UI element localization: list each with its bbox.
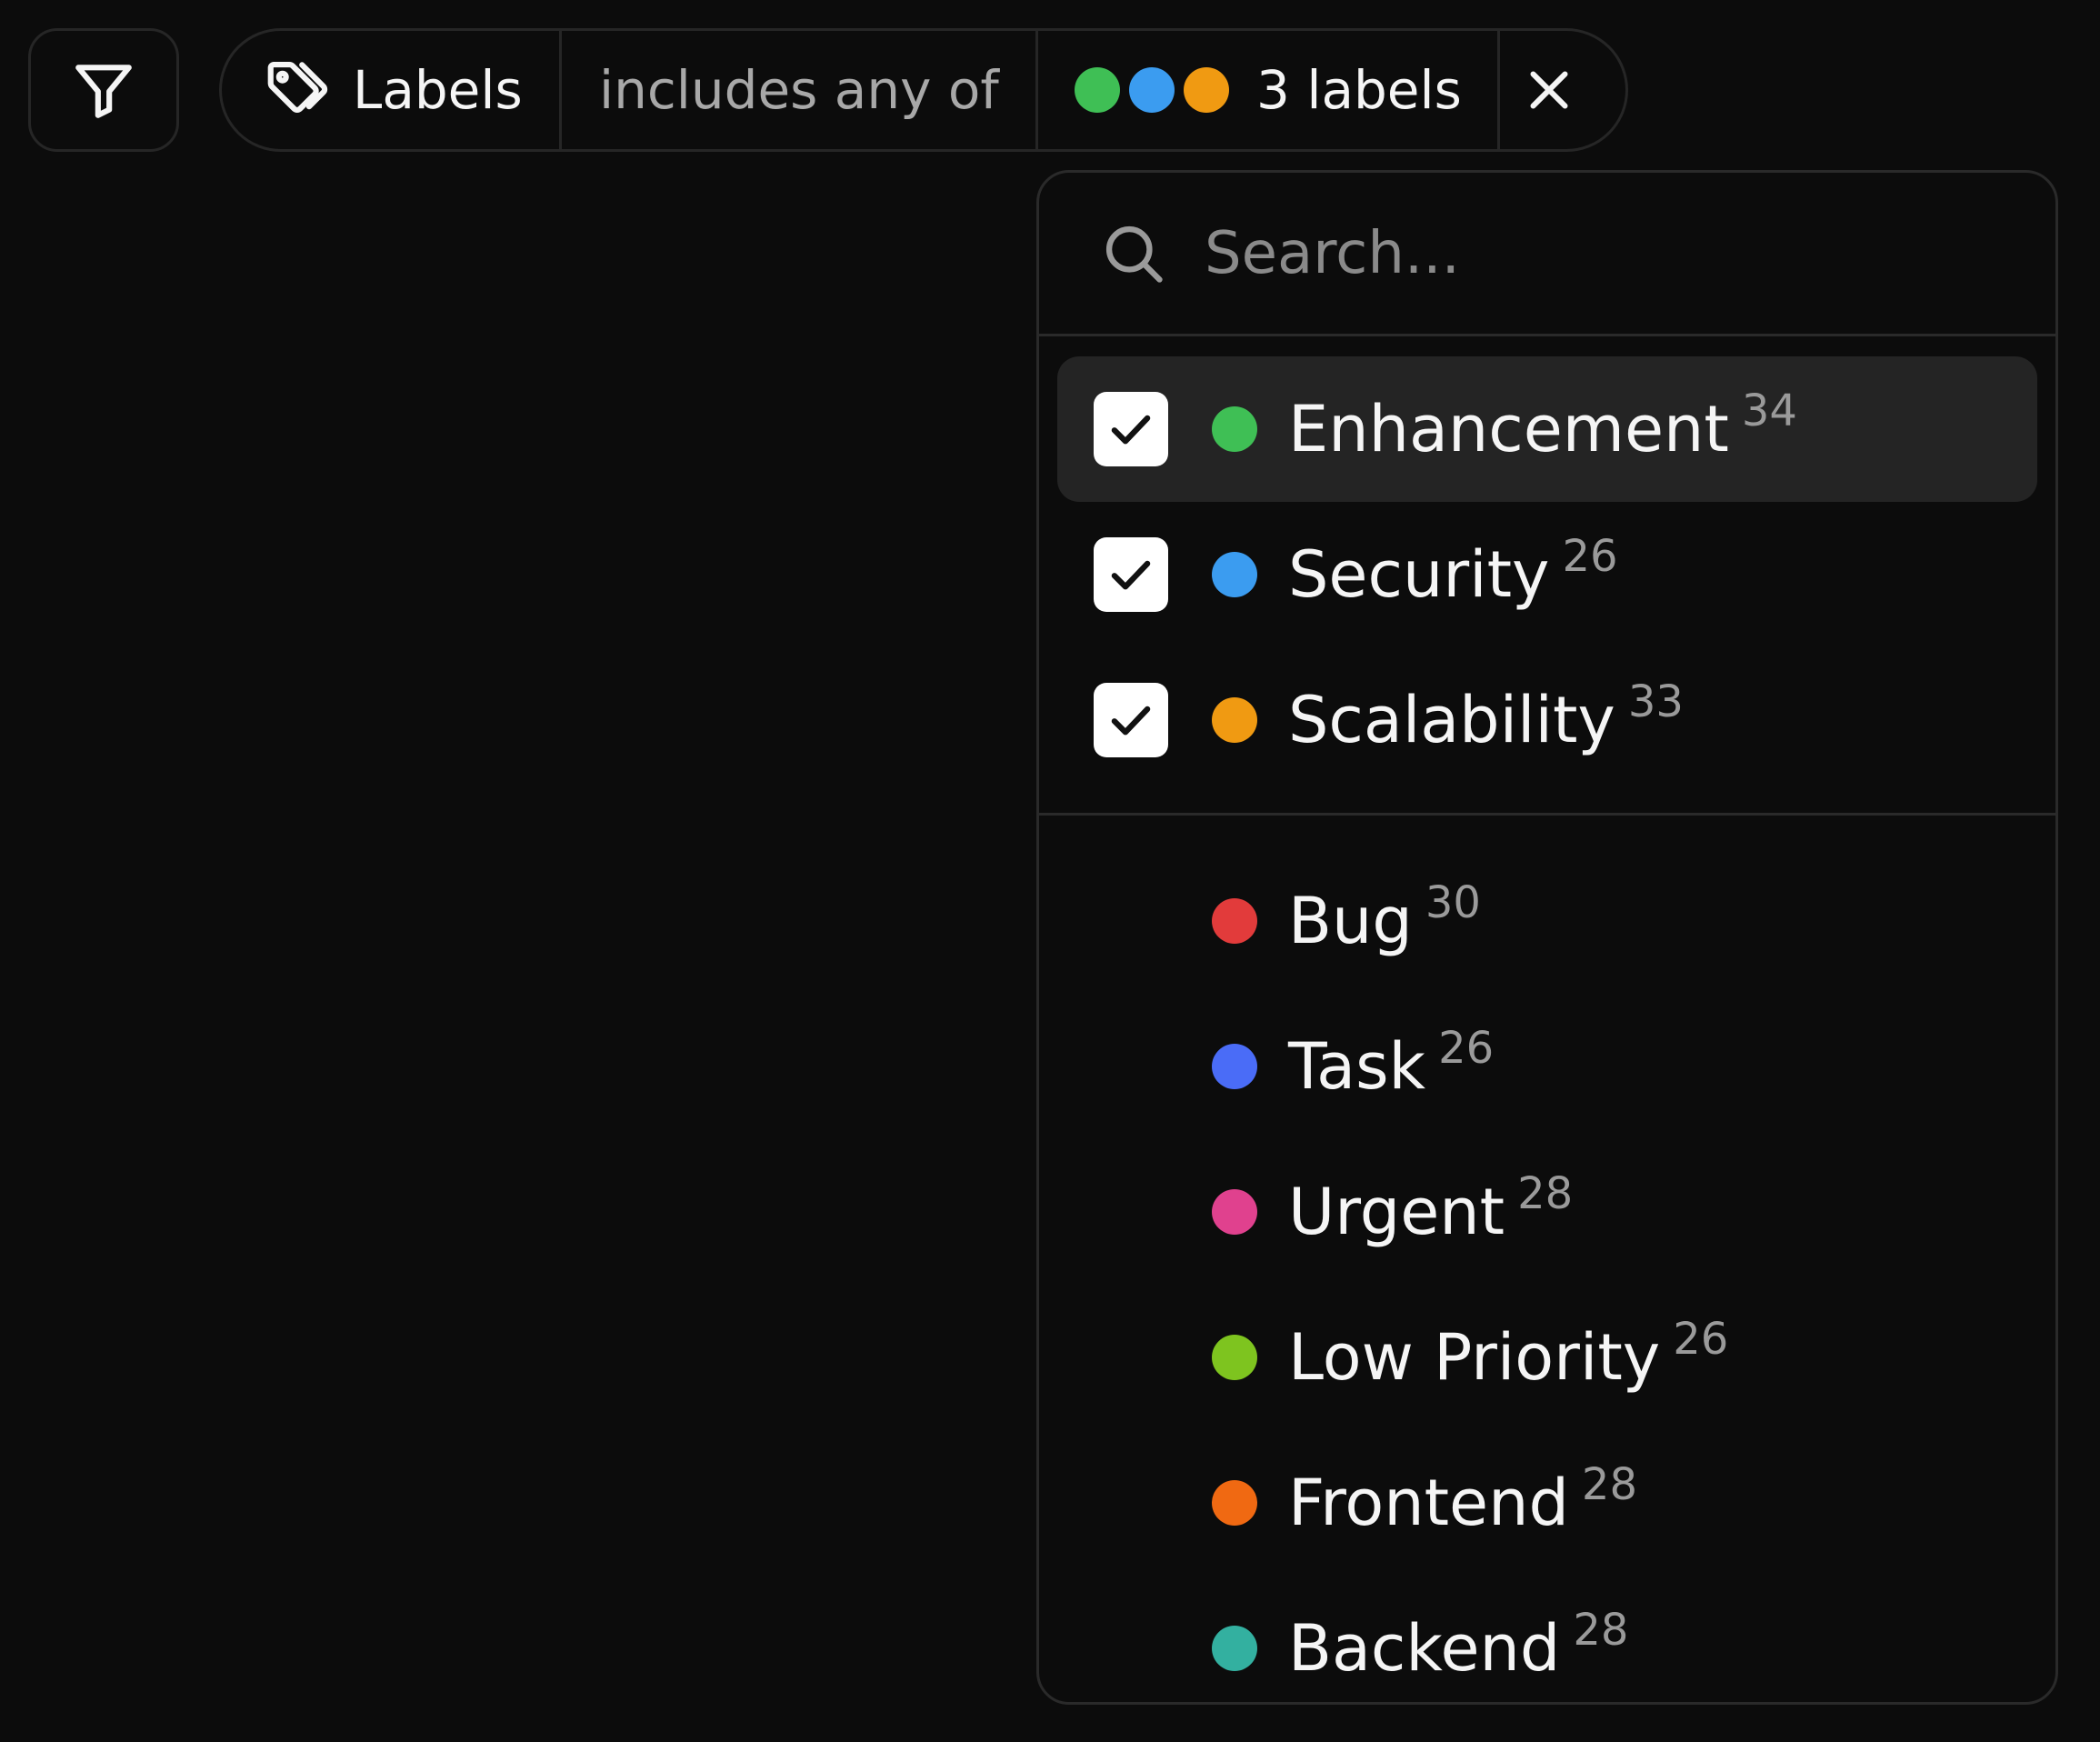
label-color-dot [1212, 1480, 1257, 1526]
option-count: 26 [1562, 531, 1618, 582]
label-option[interactable]: Scalability 33 [1057, 647, 2037, 793]
option-label: Task [1288, 1029, 1426, 1104]
label-color-dot [1212, 1189, 1257, 1235]
option-count: 26 [1438, 1023, 1495, 1074]
option-count: 28 [1517, 1168, 1574, 1219]
close-icon [1530, 71, 1568, 109]
search-input[interactable] [1205, 219, 1932, 287]
checkmark-icon [1111, 560, 1151, 590]
option-label: Low Priority [1288, 1320, 1661, 1395]
label-color-dot [1212, 1626, 1257, 1671]
checkmark-icon [1111, 706, 1151, 736]
option-label: Backend [1288, 1611, 1561, 1686]
tags-icon [267, 61, 328, 114]
filter-stage: Labels includes any of 3 labels Enhancem… [0, 0, 2100, 1742]
checkbox-slot [1094, 884, 1168, 958]
option-label: Scalability [1288, 683, 1615, 757]
filter-chip: Labels includes any of 3 labels [219, 28, 1628, 152]
label-color-dot [1075, 67, 1120, 113]
search-icon [1105, 225, 1163, 283]
label-color-dot [1212, 697, 1257, 743]
label-option[interactable]: Security 26 [1057, 502, 2037, 647]
checkbox-slot [1094, 1320, 1168, 1395]
label-color-dot [1212, 1335, 1257, 1380]
filter-field-segment[interactable]: Labels [222, 31, 562, 149]
checkmark-icon [1111, 415, 1151, 445]
label-color-dot [1129, 67, 1175, 113]
option-label: Urgent [1288, 1175, 1505, 1249]
selected-label-dots [1075, 67, 1229, 113]
filter-value-segment[interactable]: 3 labels [1038, 31, 1500, 149]
checkbox-slot [1094, 537, 1168, 612]
filter-value-label: 3 labels [1256, 59, 1462, 121]
option-label: Frontend [1288, 1466, 1569, 1540]
checkbox-slot [1094, 1175, 1168, 1249]
checkbox-slot [1094, 1029, 1168, 1104]
checkbox[interactable] [1094, 392, 1168, 466]
option-label: Enhancement [1288, 392, 1729, 466]
checkbox[interactable] [1094, 683, 1168, 757]
option-label: Bug [1288, 884, 1413, 958]
checkbox-slot [1094, 392, 1168, 466]
filter-field-label: Labels [353, 59, 523, 121]
filter-button[interactable] [28, 28, 179, 152]
label-color-dot [1184, 67, 1229, 113]
option-count: 26 [1673, 1314, 1729, 1365]
checkbox[interactable] [1094, 537, 1168, 612]
label-option[interactable]: Urgent 28 [1057, 1139, 2037, 1285]
label-color-dot [1212, 406, 1257, 452]
label-color-dot [1212, 898, 1257, 944]
option-count: 28 [1581, 1459, 1637, 1510]
label-option[interactable]: Enhancement 34 [1057, 356, 2037, 502]
option-count: 33 [1627, 676, 1684, 727]
selected-options-list: Enhancement 34 Security 26 Scalability 33 [1039, 336, 2055, 816]
filter-operator-segment[interactable]: includes any of [562, 31, 1038, 149]
option-label: Security [1288, 537, 1550, 612]
available-options-list: Bug 30 Task 26 Urgent 28 Low Priority 26 Fronten… [1039, 816, 2055, 1702]
label-option[interactable]: Backend 28 [1057, 1576, 2037, 1702]
filter-operator-label: includes any of [599, 59, 999, 121]
clear-filter-button[interactable] [1500, 31, 1625, 149]
label-option[interactable]: Low Priority 26 [1057, 1285, 2037, 1430]
label-option[interactable]: Frontend 28 [1057, 1430, 2037, 1576]
label-dropdown: Enhancement34Security26Scalability33 Bug… [1036, 170, 2058, 1705]
label-option[interactable]: Task 26 [1057, 994, 2037, 1139]
option-count: 34 [1741, 385, 1797, 436]
checkbox-slot [1094, 1611, 1168, 1686]
label-color-dot [1212, 1044, 1257, 1089]
search-row [1039, 173, 2055, 336]
checkbox-slot [1094, 1466, 1168, 1540]
label-option[interactable]: Bug 30 [1057, 848, 2037, 994]
option-count: 28 [1573, 1605, 1629, 1656]
checkbox-slot [1094, 683, 1168, 757]
funnel-icon [75, 65, 132, 118]
option-count: 30 [1425, 877, 1481, 928]
label-color-dot [1212, 552, 1257, 597]
